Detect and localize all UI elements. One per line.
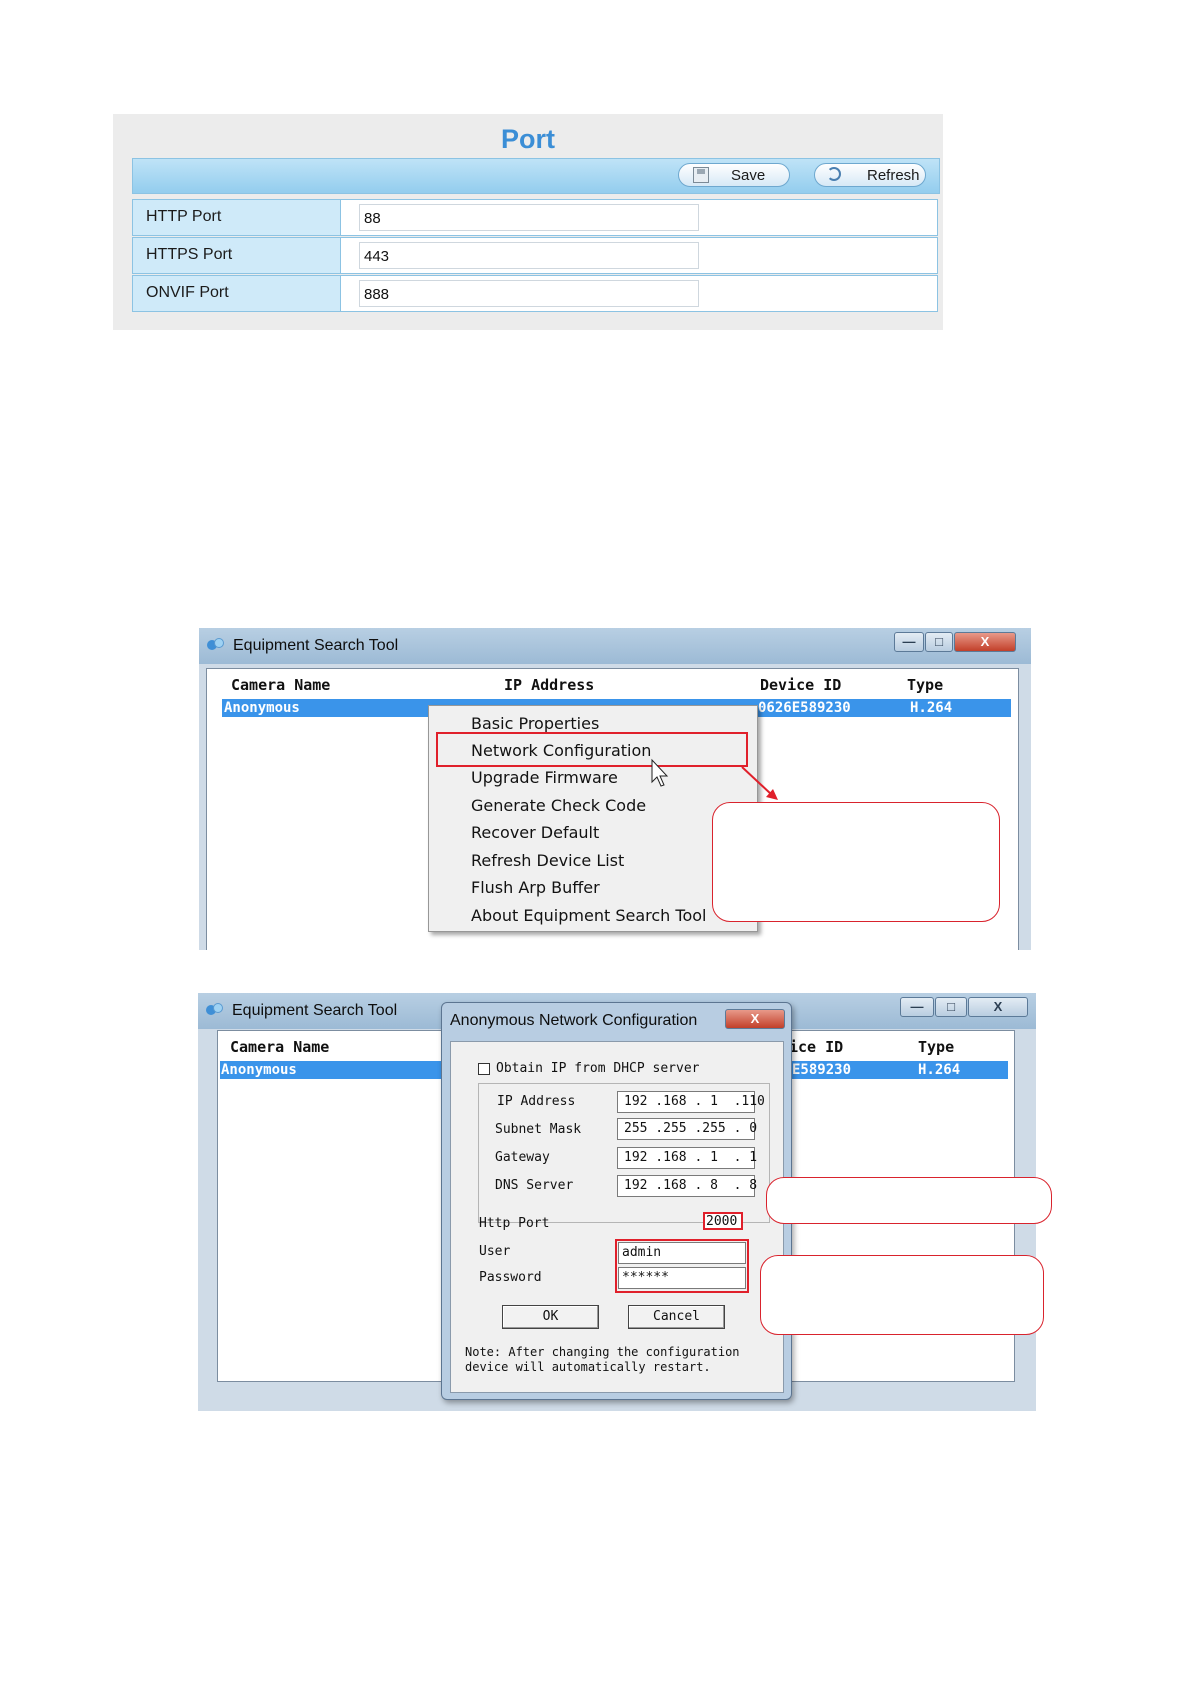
callout-bubble-1 [712, 802, 1000, 922]
minimize-button[interactable]: — [900, 997, 934, 1017]
ip-address-label: IP Address [497, 1094, 576, 1109]
annotation-overlay [651, 758, 778, 800]
gateway-field[interactable]: 192 .168 . 1 . 1 [617, 1147, 757, 1169]
http-port-label: Http Port [479, 1216, 550, 1231]
highlight-credentials [615, 1239, 749, 1293]
user-label: User [479, 1244, 511, 1259]
callout-bubble-credentials [760, 1255, 1044, 1335]
arrow-line [741, 766, 773, 796]
subnet-mask-field[interactable]: 255 .255 .255 . 0 [617, 1118, 757, 1140]
dns-server-label: DNS Server [495, 1178, 574, 1193]
network-configuration-dialog: Anonymous Network Configuration X Obtain… [441, 1002, 792, 1400]
device-type: H.264 [918, 1062, 961, 1078]
dialog-body: Obtain IP from DHCP server IP Address 19… [450, 1041, 784, 1393]
col-device-id[interactable]: ice ID [789, 1038, 843, 1056]
window-title: Equipment Search Tool [232, 1002, 398, 1019]
dialog-close-button[interactable]: X [725, 1009, 785, 1029]
note-line-2: device will automatically restart. [465, 1360, 711, 1374]
ip-address-field[interactable]: 192 .168 . 1 .110 [617, 1091, 765, 1113]
note-line-1: Note: After changing the configuration [465, 1345, 740, 1359]
gateway-label: Gateway [495, 1150, 550, 1165]
ok-button[interactable]: OK [502, 1305, 599, 1329]
col-camera-name[interactable]: Camera Name [230, 1038, 329, 1056]
cursor-icon [651, 758, 669, 787]
password-label: Password [479, 1270, 542, 1285]
device-camera-name: Anonymous [221, 1062, 297, 1078]
dialog-title: Anonymous Network Configuration [450, 1012, 698, 1029]
callout-bubble-http-port [766, 1177, 1052, 1224]
cancel-button[interactable]: Cancel [628, 1305, 725, 1329]
dns-server-field[interactable]: 192 .168 . 8 . 8 [617, 1175, 757, 1197]
maximize-button[interactable]: □ [935, 997, 967, 1017]
http-port-field[interactable]: 2000 [703, 1212, 743, 1230]
dhcp-label: Obtain IP from DHCP server [496, 1061, 700, 1076]
dhcp-checkbox[interactable] [478, 1063, 490, 1075]
device-id: E589230 [792, 1062, 852, 1078]
close-button[interactable]: X [968, 997, 1028, 1017]
app-icon [206, 1003, 224, 1017]
col-type[interactable]: Type [918, 1038, 954, 1056]
subnet-mask-label: Subnet Mask [495, 1122, 582, 1137]
